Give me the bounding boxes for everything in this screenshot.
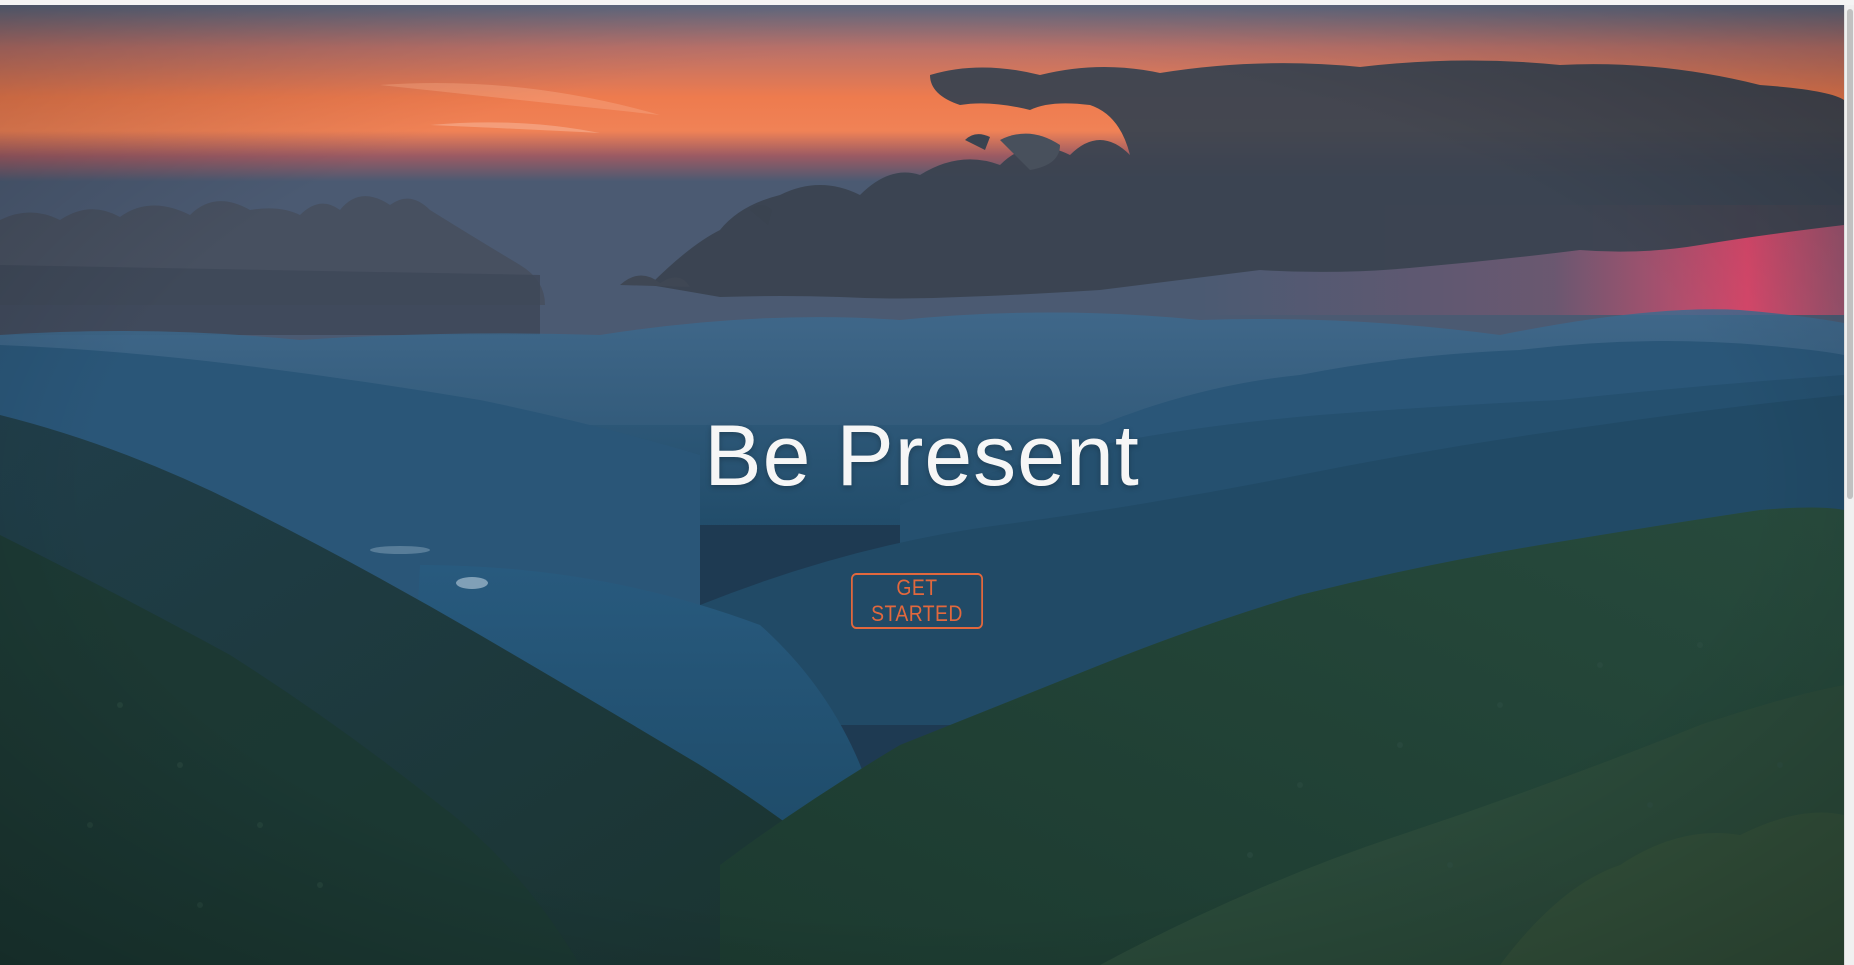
scrollbar-thumb[interactable] (1847, 9, 1853, 499)
hero-content: Be Present GET STARTED (0, 5, 1844, 965)
vertical-scrollbar[interactable] (1844, 5, 1854, 965)
hero-section: Be Present GET STARTED (0, 5, 1844, 965)
hero-title: Be Present (704, 408, 1140, 504)
get-started-button[interactable]: GET STARTED (851, 573, 983, 629)
